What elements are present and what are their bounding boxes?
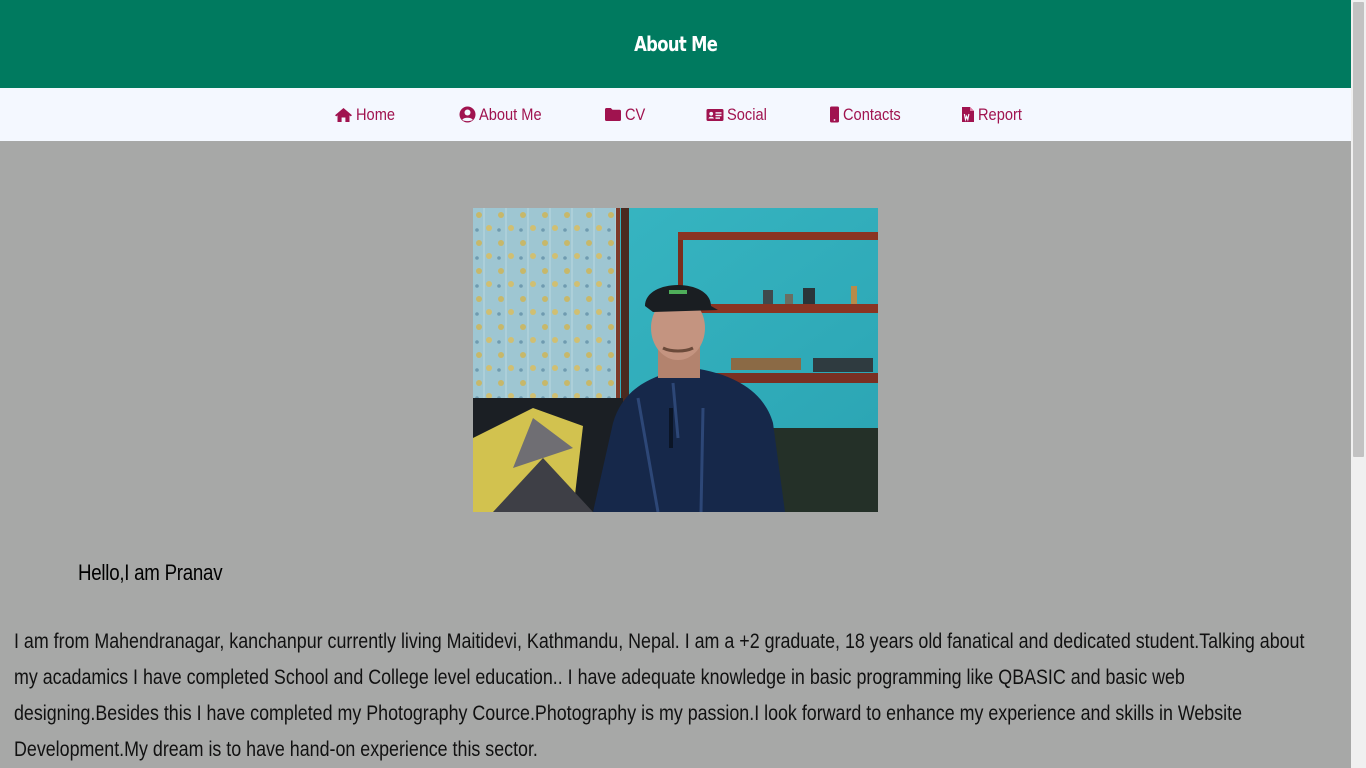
nav-item-about-me[interactable]: About Me (459, 88, 552, 141)
nav-item-label: Report (978, 104, 1022, 124)
home-icon (334, 107, 353, 123)
nav-item-label: Social (727, 104, 767, 124)
mobile-phone-icon (829, 106, 840, 123)
scrollbar-thumb[interactable] (1353, 2, 1364, 457)
id-card-icon (706, 108, 724, 122)
page: About Me Home About Me CV Social Contact… (0, 0, 1351, 768)
nav-item-label: Contacts (843, 104, 901, 124)
nav-item-label: About Me (479, 104, 542, 124)
greeting-heading: Hello,I am Pranav (78, 560, 223, 585)
vertical-scrollbar[interactable] (1351, 0, 1366, 768)
nav-item-home[interactable]: Home (334, 88, 401, 141)
folder-icon (604, 107, 622, 122)
main-nav: Home About Me CV Social Contacts Report (0, 88, 1351, 141)
word-document-icon (961, 106, 975, 123)
nav-item-report[interactable]: Report (961, 88, 1029, 141)
nav-item-label: CV (625, 104, 646, 124)
nav-item-social[interactable]: Social (706, 88, 773, 141)
nav-item-label: Home (356, 104, 396, 124)
user-circle-icon (459, 106, 476, 123)
bio-paragraph: I am from Mahendranagar, kanchanpur curr… (14, 630, 1305, 761)
nav-item-cv[interactable]: CV (604, 88, 649, 141)
profile-photo (473, 208, 878, 512)
page-title: About Me (633, 32, 718, 56)
page-header: About Me (0, 0, 1351, 88)
nav-item-contacts[interactable]: Contacts (829, 88, 910, 141)
